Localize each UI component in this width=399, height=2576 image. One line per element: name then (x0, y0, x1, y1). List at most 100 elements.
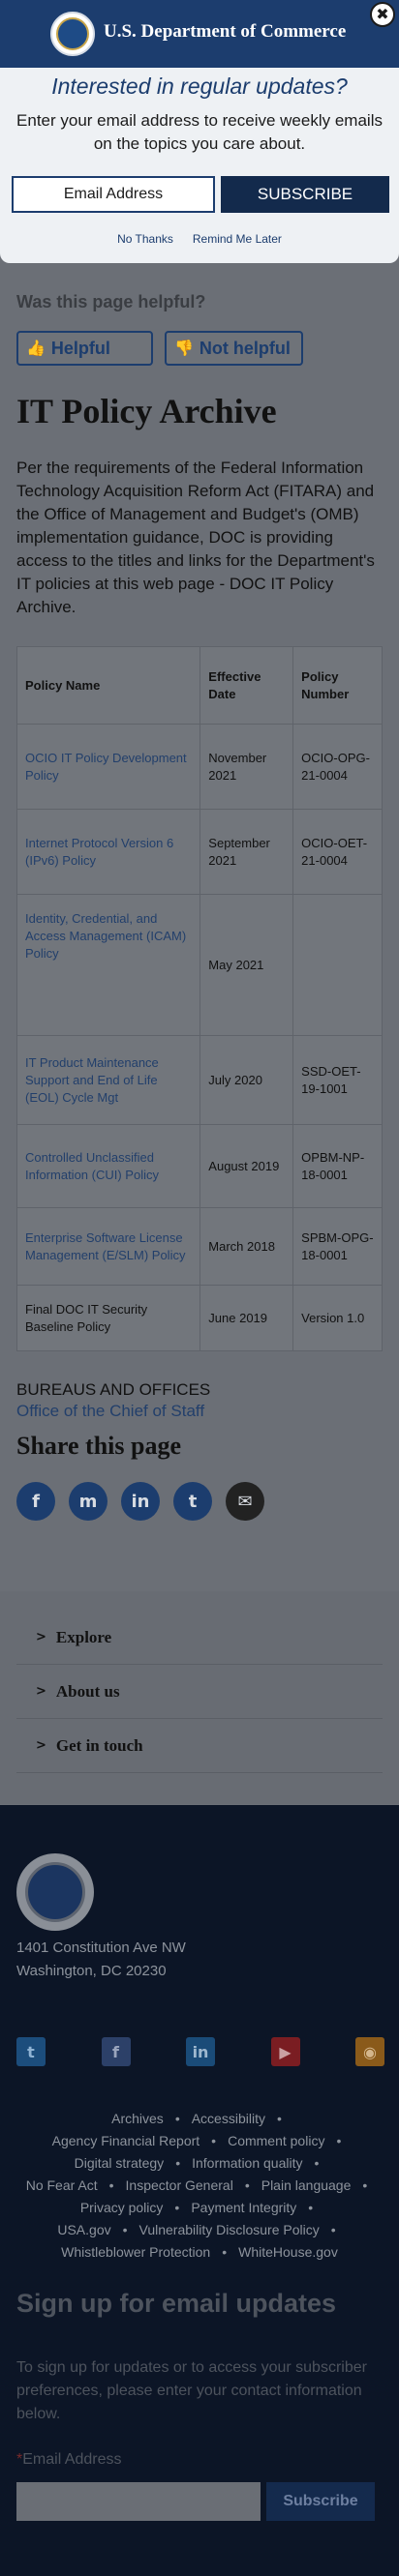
footer-links-row: Digital strategy • Information quality • (16, 2152, 383, 2175)
table-row: Final DOC IT Security Baseline Policy Ju… (15, 1285, 383, 1351)
address-line: 1401 Constitution Ave NW (16, 1939, 186, 1956)
policy-number: SPBM-OPG-18-0001 (292, 1207, 383, 1286)
accordion-label: Explore (55, 1627, 112, 1646)
footer-link[interactable]: Plain language (261, 2175, 352, 2197)
footer-accordion: > Explore > About us > Get in touch (0, 1591, 399, 1804)
table-row: OCIO IT Policy Development Policy Novemb… (15, 724, 383, 810)
footer-link[interactable]: Comment policy (228, 2130, 324, 2152)
modal-text: Enter your email address to receive week… (16, 111, 383, 153)
table-row: Controlled Unclassified Information (CUI… (15, 1124, 383, 1208)
twitter-share-icon[interactable]: t (173, 1482, 212, 1521)
linkedin-share-icon[interactable]: in (121, 1482, 160, 1521)
footer-link[interactable]: Information quality (192, 2152, 302, 2175)
modal-email-input[interactable]: Email Address (12, 176, 215, 213)
facebook-share-icon[interactable]: f (16, 1482, 55, 1521)
site-title[interactable]: U.S. Department of Commerce (104, 21, 346, 43)
footer-link[interactable]: Agency Financial Report (52, 2130, 200, 2152)
footer-link[interactable]: Digital strategy (75, 2152, 165, 2175)
signup-title: Sign up for email updates (16, 2289, 337, 2318)
site-header: U.S. Department of Commerce ✖ (0, 0, 399, 68)
helpful-buttons: 👍 Helpful 👎 Not helpful (16, 331, 303, 366)
page-intro: Per the requirements of the Federal Info… (16, 459, 375, 616)
policy-link[interactable]: Internet Protocol Version 6 (IPv6) Polic… (15, 809, 201, 895)
close-icon[interactable]: ✖ (370, 2, 395, 27)
helpful-question: Was this page helpful? (16, 292, 206, 311)
site-footer: 1401 Constitution Ave NW Washington, DC … (0, 1805, 399, 2576)
policy-number: OCIO-OET-21-0004 (292, 809, 383, 895)
table-row: IT Product Maintenance Support and End o… (15, 1035, 383, 1125)
remind-later-link[interactable]: Remind Me Later (193, 232, 282, 246)
accordion-item-explore[interactable]: > Explore (16, 1611, 383, 1665)
bureau-link[interactable]: Office of the Chief of Staff (16, 1402, 204, 1421)
youtube-icon[interactable]: ▶ (270, 2037, 300, 2066)
helpful-button[interactable]: 👍 Helpful (16, 331, 153, 366)
effective-date: July 2020 (200, 1035, 294, 1125)
table-row: Identity, Credential, and Access Managem… (15, 894, 383, 1036)
address: 1401 Constitution Ave NW Washington, DC … (16, 1937, 186, 1983)
facebook-icon[interactable]: f (101, 2037, 131, 2066)
email-signup-modal: Interested in regular updates? Enter you… (0, 68, 399, 263)
accordion-label: Get in touch (55, 1735, 143, 1755)
footer-link[interactable]: Vulnerability Disclosure Policy (139, 2219, 320, 2241)
not-helpful-label: Not helpful (199, 338, 291, 358)
accordion-item-contact[interactable]: > Get in touch (16, 1719, 383, 1773)
rss-icon[interactable]: ◉ (355, 2037, 384, 2066)
footer-link[interactable]: Archives (111, 2108, 164, 2130)
table-row: Internet Protocol Version 6 (IPv6) Polic… (15, 809, 383, 895)
thumbs-down-icon: 👎 (174, 341, 194, 357)
policy-number: OPBM-NP-18-0001 (292, 1124, 383, 1208)
policy-link[interactable]: OCIO IT Policy Development Policy (15, 724, 201, 810)
footer-link[interactable]: Privacy policy (80, 2197, 164, 2219)
email-label-text: Email Address (22, 2451, 122, 2468)
share-buttons: f m in t ✉ (16, 1482, 264, 1521)
messenger-share-icon[interactable]: m (69, 1482, 107, 1521)
policy-link[interactable]: IT Product Maintenance Support and End o… (15, 1035, 201, 1125)
modal-links: No Thanks Remind Me Later (0, 232, 399, 246)
footer-link[interactable]: Whistleblower Protection (61, 2241, 210, 2264)
footer-link[interactable]: Inspector General (126, 2175, 233, 2197)
signup-text: To sign up for updates or to access your… (16, 2359, 367, 2422)
modal-title: Interested in regular updates? (51, 74, 348, 99)
linkedin-icon[interactable]: in (186, 2037, 215, 2066)
table-header: Policy Name (15, 646, 201, 725)
footer-link[interactable]: No Fear Act (26, 2175, 98, 2197)
email-label: *Email Address (16, 2451, 122, 2469)
footer-links-row: USA.gov • Vulnerability Disclosure Policy… (16, 2219, 383, 2241)
not-helpful-button[interactable]: 👎 Not helpful (165, 331, 303, 366)
footer-links-row: Agency Financial Report • Comment policy • (16, 2130, 383, 2152)
no-thanks-link[interactable]: No Thanks (117, 232, 173, 246)
effective-date: May 2021 (200, 894, 294, 1036)
footer-link[interactable]: Payment Integrity (191, 2197, 296, 2219)
effective-date: March 2018 (200, 1207, 294, 1286)
chevron-right-icon: > (36, 1630, 46, 1644)
policy-link[interactable]: Enterprise Software License Management (… (15, 1207, 201, 1286)
footer-links-row: Privacy policy • Payment Integrity • (16, 2197, 383, 2219)
modal-subscribe-button[interactable]: SUBSCRIBE (221, 176, 389, 213)
table-header: Effective Date (200, 646, 294, 725)
accordion-item-about[interactable]: > About us (16, 1665, 383, 1719)
policy-link[interactable]: Controlled Unclassified Information (CUI… (15, 1124, 201, 1208)
footer-links-row: Archives • Accessibility • (16, 2108, 383, 2130)
twitter-icon[interactable]: t (16, 2037, 46, 2066)
footer-links: Archives • Accessibility • Agency Financia… (16, 2108, 383, 2264)
doc-seal-icon[interactable] (16, 1853, 94, 1931)
effective-date: June 2019 (200, 1285, 294, 1351)
policy-link[interactable]: Identity, Credential, and Access Managem… (15, 894, 201, 1036)
chevron-right-icon: > (36, 1684, 46, 1699)
page-title: IT Policy Archive (16, 392, 277, 430)
footer-link[interactable]: USA.gov (57, 2219, 110, 2241)
table-header-row: Policy Name Effective Date Policy Number (15, 646, 383, 725)
chevron-right-icon: > (36, 1738, 46, 1753)
footer-link[interactable]: WhiteHouse.gov (238, 2241, 338, 2264)
effective-date: November 2021 (200, 724, 294, 810)
email-input[interactable] (16, 2482, 261, 2521)
doc-seal-icon[interactable] (50, 12, 95, 56)
email-share-icon[interactable]: ✉ (226, 1482, 264, 1521)
footer-link[interactable]: Accessibility (192, 2108, 265, 2130)
effective-date: September 2021 (200, 809, 294, 895)
effective-date: August 2019 (200, 1124, 294, 1208)
footer-links-row: Whistleblower Protection • WhiteHouse.gov (16, 2241, 383, 2264)
bureaus-heading: BUREAUS AND OFFICES (16, 1380, 211, 1399)
policy-number: Version 1.0 (292, 1285, 383, 1351)
subscribe-button[interactable]: Subscribe (266, 2482, 375, 2521)
